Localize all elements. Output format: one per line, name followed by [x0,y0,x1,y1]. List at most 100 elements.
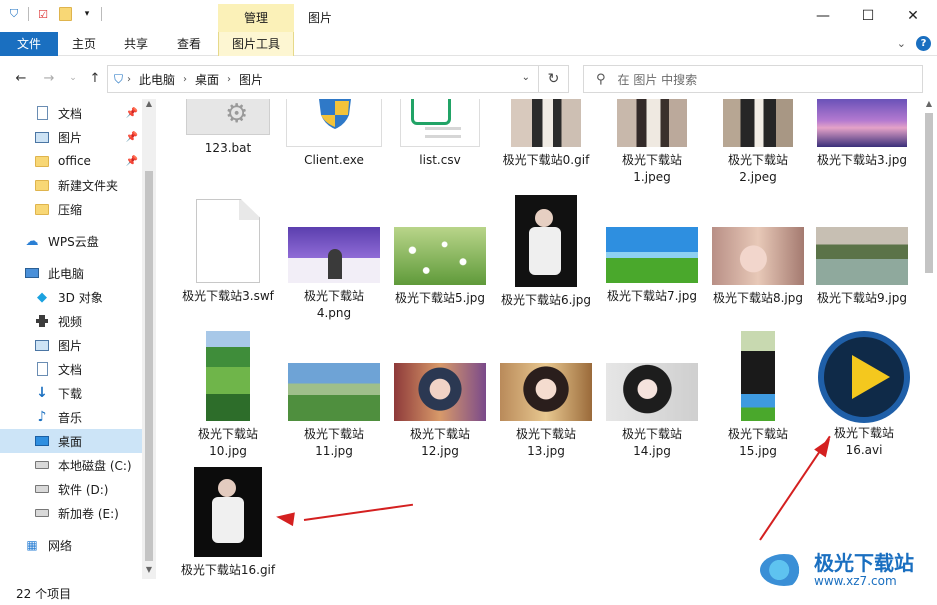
breadcrumb-pictures[interactable]: 图片 [239,71,263,88]
tab-view[interactable]: 查看 [162,32,216,56]
back-button[interactable]: ← [12,69,30,87]
up-arrow-icon: ↑ [89,70,101,86]
expand-ribbon-icon[interactable]: ⌄ [897,37,906,50]
file-item-client-exe[interactable]: Client.exe [284,99,384,169]
file-item-jpg-8[interactable]: 极光下载站8.jpg [708,227,808,307]
desktop-icon [34,433,50,449]
file-item-jpeg-1[interactable]: 极光下载站 1.jpeg [602,99,702,186]
search-placeholder: 在 图片 中搜索 [617,72,698,87]
sidebar-item-label: WPS云盘 [48,234,99,249]
minimize-button[interactable]: — [800,0,846,32]
customize-dropdown-icon[interactable]: ▾ [79,6,95,22]
pictures-icon [34,337,50,353]
file-item-jpg-5[interactable]: 极光下载站5.jpg [390,227,490,307]
sidebar-item-label: 3D 对象 [58,290,103,305]
sidebar-item-3d-objects[interactable]: ◆ 3D 对象 [0,285,142,309]
scroll-down-icon[interactable]: ▼ [142,565,156,577]
lake-thumbnail [816,227,908,285]
sidebar-item-pictures-pinned[interactable]: 图片 📌 [0,125,142,149]
address-bar[interactable]: ⛉ › 此电脑 › 桌面 › 图片 ⌄ [107,65,539,93]
file-item-gif-0[interactable]: 极光下载站0.gif [496,99,596,169]
meadow-thumbnail [288,363,380,421]
forward-button[interactable]: → [40,69,58,87]
close-button[interactable]: ✕ [890,0,936,32]
sidebar-scroll-thumb[interactable] [145,171,153,561]
sidebar-item-label: 图片 [58,130,83,145]
sidebar-item-documents-pinned[interactable]: 文档 📌 [0,101,142,125]
back-arrow-icon: ← [15,70,27,86]
toolbar-separator [101,7,102,21]
file-item-jpg-6[interactable]: 极光下载站6.jpg [496,195,596,309]
new-folder-icon[interactable] [57,6,73,22]
tab-home[interactable]: 主页 [58,32,110,56]
search-input[interactable]: ⚲ 在 图片 中搜索 [583,65,923,93]
sidebar-item-compress[interactable]: 压缩 [0,197,142,221]
properties-check-icon[interactable]: ☑ [35,6,51,22]
sidebar-item-wps-cloud[interactable]: ☁ WPS云盘 [0,229,142,253]
scroll-up-icon[interactable]: ▲ [921,99,937,111]
breadcrumb-this-pc[interactable]: 此电脑 [139,71,175,88]
breadcrumb-separator[interactable]: › [183,74,187,85]
sidebar-item-office[interactable]: office 📌 [0,149,142,173]
sidebar-item-documents[interactable]: 文档 [0,357,142,381]
maximize-button[interactable]: ☐ [845,0,891,32]
context-tab-manage[interactable]: 管理 [218,4,294,32]
file-item-jpg-15[interactable]: 极光下载站 15.jpg [708,331,808,460]
3d-objects-icon: ◆ [37,289,47,305]
file-item-jpg-3[interactable]: 极光下载站3.jpg [812,99,912,169]
file-item-jpg-7[interactable]: 极光下载站7.jpg [602,227,702,305]
file-item-jpg-11[interactable]: 极光下载站 11.jpg [284,363,384,460]
sidebar-item-drive-d[interactable]: 软件 (D:) [0,477,142,501]
sidebar-item-downloads[interactable]: ↓ 下载 [0,381,142,405]
file-item-jpg-12[interactable]: 极光下载站 12.jpg [390,363,490,460]
content-scrollbar[interactable]: ▲ [921,99,937,579]
file-item-list-csv[interactable]: list.csv [390,99,490,169]
sidebar-item-network[interactable]: ▦ 网络 [0,533,142,557]
file-item-123-bat[interactable]: ⚙ 123.bat [178,99,278,157]
tab-share[interactable]: 共享 [110,32,162,56]
close-icon: ✕ [907,8,919,24]
sidebar-item-music[interactable]: ♪ 音乐 [0,405,142,429]
content-scroll-thumb[interactable] [925,113,933,273]
file-item-jpeg-2[interactable]: 极光下载站 2.jpeg [708,99,808,186]
scroll-up-icon[interactable]: ▲ [142,99,156,111]
file-item-jpg-14[interactable]: 极光下载站 14.jpg [602,363,702,460]
anime-girl-thumbnail [394,363,486,421]
tab-file[interactable]: 文件 [0,32,58,56]
sidebar-scrollbar[interactable]: ▲ ▼ [142,99,156,579]
file-item-swf-3[interactable]: 极光下载站3.swf [178,199,278,305]
sidebar-item-new-folder[interactable]: 新建文件夹 [0,173,142,197]
recent-locations-button[interactable]: ⌄ [64,69,82,87]
sidebar-item-desktop[interactable]: 桌面 [0,429,142,453]
refresh-button[interactable]: ↻ [539,65,569,93]
address-dropdown-icon[interactable]: ⌄ [522,72,530,83]
green-field-thumbnail [606,227,698,283]
sidebar-item-videos[interactable]: 视频 [0,309,142,333]
file-item-png-4[interactable]: 极光下载站 4.png [284,227,384,322]
bat-file-icon: ⚙ [186,99,270,135]
sidebar-item-drive-c[interactable]: 本地磁盘 (C:) [0,453,142,477]
sidebar-item-this-pc[interactable]: 此电脑 [0,261,142,285]
sidebar-item-drive-e[interactable]: 新加卷 (E:) [0,501,142,525]
maximize-icon: ☐ [861,8,875,24]
sidebar-item-pictures[interactable]: 图片 [0,333,142,357]
shield-icon[interactable]: ⛉ [6,6,22,22]
sidebar-item-label: 图片 [58,338,83,353]
help-icon[interactable]: ? [916,36,931,51]
breadcrumb-desktop[interactable]: 桌面 [195,71,219,88]
tab-picture-tools[interactable]: 图片工具 [218,32,294,56]
pin-icon: 📌 [125,155,138,167]
breadcrumb-separator[interactable]: › [227,74,231,85]
file-item-jpg-13[interactable]: 极光下载站 13.jpg [496,363,596,460]
file-item-jpg-9[interactable]: 极光下载站9.jpg [812,227,912,307]
pin-icon: 📌 [125,107,138,119]
file-item-gif-16[interactable]: 极光下载站16.gif [178,467,278,579]
file-item-jpg-10[interactable]: 极光下载站 10.jpg [178,331,278,460]
ribbon-tabs: 文件 主页 共享 查看 图片工具 ⌄ ? [0,32,937,56]
navigation-pane: 文档 📌 图片 📌 office 📌 新建文件夹 压缩 ☁ WPS云盘 此电脑 … [0,99,156,579]
watermark-logo-icon [760,554,808,586]
sidebar-item-label: 文档 [58,106,83,121]
sidebar-item-label: 视频 [58,314,83,329]
cloud-icon: ☁ [25,233,39,249]
up-button[interactable]: ↑ [86,69,104,87]
